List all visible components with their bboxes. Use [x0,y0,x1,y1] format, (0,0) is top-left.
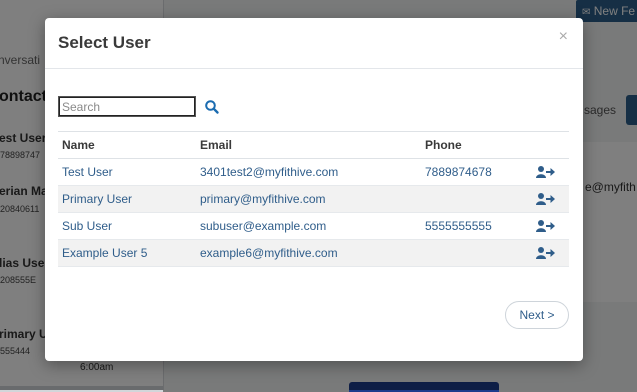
user-name-cell: Primary User [58,185,196,213]
select-user-modal: Select User × Name Email Phone Test User… [45,18,583,361]
close-icon[interactable]: × [559,29,568,45]
table-row[interactable]: Sub User subuser@example.com 5555555555 [58,212,569,240]
user-arrow-right-icon[interactable] [536,219,556,233]
next-page-button[interactable]: Next > [505,301,569,329]
user-email-cell: subuser@example.com [196,212,421,240]
column-header-name: Name [58,131,196,159]
user-name-cell: Example User 5 [58,239,196,267]
column-header-phone: Phone [421,131,532,159]
user-email-cell: primary@myfithive.com [196,185,421,213]
modal-title: Select User [58,33,151,52]
table-row[interactable]: Test User 3401test2@myfithive.com 788987… [58,158,569,186]
users-table: Name Email Phone Test User 3401test2@myf… [58,131,569,267]
user-phone-cell: 7889874678 [421,158,532,186]
table-header-row: Name Email Phone [58,131,569,159]
user-arrow-right-icon[interactable] [536,246,556,260]
user-phone-cell [421,239,532,267]
column-header-action [532,131,569,159]
column-header-email: Email [196,131,421,159]
user-phone-cell [421,185,532,213]
search-input[interactable] [58,96,196,117]
table-row[interactable]: Example User 5 example6@myfithive.com [58,239,569,267]
table-row[interactable]: Primary User primary@myfithive.com [58,185,569,213]
user-name-cell: Test User [58,158,196,186]
modal-header: Select User × [45,18,583,69]
user-email-cell: example6@myfithive.com [196,239,421,267]
user-name-cell: Sub User [58,212,196,240]
user-arrow-right-icon[interactable] [536,165,556,179]
user-arrow-right-icon[interactable] [536,192,556,206]
user-email-cell: 3401test2@myfithive.com [196,158,421,186]
search-icon[interactable] [204,99,220,115]
user-phone-cell: 5555555555 [421,212,532,240]
